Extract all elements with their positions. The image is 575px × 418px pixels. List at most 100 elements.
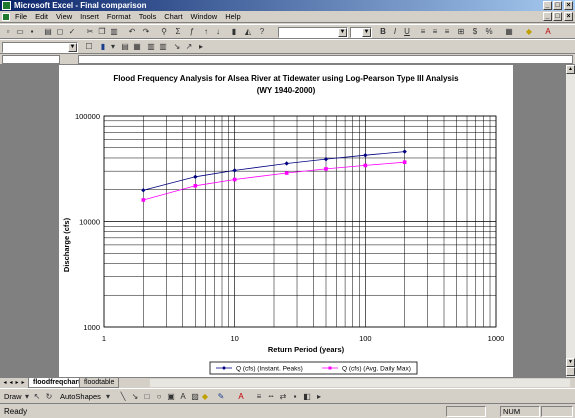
last-sheet-icon[interactable]: ▸: [20, 379, 26, 387]
formula-input[interactable]: [78, 55, 573, 64]
print-preview-icon[interactable]: ◻: [55, 27, 65, 37]
data-point[interactable]: [363, 153, 368, 158]
dash-style-icon[interactable]: ┅: [266, 392, 276, 402]
copy-icon[interactable]: ❐: [97, 27, 107, 37]
tab-floodtable[interactable]: floodtable: [79, 378, 120, 388]
by-row-icon[interactable]: ▥: [146, 42, 156, 52]
undo-icon[interactable]: ↶: [127, 27, 137, 37]
data-point[interactable]: [324, 167, 328, 171]
chevron-down-icon[interactable]: ▼: [338, 28, 347, 37]
menu-tools[interactable]: Tools: [138, 11, 158, 23]
legend[interactable]: Q (cfs) (Instant. Peaks) Q (cfs) (Avg. Da…: [209, 361, 418, 375]
currency-icon[interactable]: $: [470, 27, 480, 37]
data-point[interactable]: [363, 163, 368, 168]
print-icon[interactable]: ▤: [43, 27, 53, 37]
data-point[interactable]: [284, 161, 289, 166]
menu-help[interactable]: Help: [224, 11, 241, 23]
data-point[interactable]: [284, 171, 289, 175]
data-point[interactable]: [232, 168, 237, 173]
line-color-icon[interactable]: ✎: [216, 392, 226, 402]
data-table-icon[interactable]: ▦: [132, 42, 142, 52]
data-point[interactable]: [402, 149, 407, 154]
autoshapes-menu-button[interactable]: AutoShapes: [60, 392, 101, 401]
redo-icon[interactable]: ↷: [141, 27, 151, 37]
data-point[interactable]: [402, 160, 407, 164]
clip-art-icon[interactable]: ▨: [190, 392, 200, 402]
data-point[interactable]: [141, 188, 146, 193]
open-icon[interactable]: ▭: [15, 27, 25, 37]
doc-close-button[interactable]: ×: [564, 12, 573, 21]
menu-file[interactable]: File: [14, 11, 28, 23]
menu-edit[interactable]: Edit: [34, 11, 49, 23]
3d-icon[interactable]: ◧: [302, 392, 312, 402]
excel-app-icon[interactable]: [2, 1, 11, 10]
function-icon[interactable]: ƒ: [187, 27, 197, 37]
vertical-scrollbar[interactable]: ▲ ▼: [565, 65, 575, 377]
chart-element-select[interactable]: ▼: [2, 42, 78, 53]
save-icon[interactable]: ▪: [27, 27, 37, 37]
menu-window[interactable]: Window: [190, 11, 219, 23]
line-icon[interactable]: ╲: [118, 392, 128, 402]
chevron-down-icon[interactable]: ▼: [362, 28, 371, 37]
chevron-down-icon[interactable]: ▾: [103, 392, 113, 402]
menu-view[interactable]: View: [55, 11, 73, 23]
underline-icon[interactable]: U: [402, 27, 412, 37]
chevron-down-icon[interactable]: ▾: [22, 392, 32, 402]
scroll-down-icon[interactable]: ▼: [566, 358, 575, 367]
hyperlink-icon[interactable]: ⚲: [159, 27, 169, 37]
select-objects-icon[interactable]: ↖: [32, 392, 42, 402]
minimize-button[interactable]: _: [543, 1, 552, 10]
chart-type-icon[interactable]: ▮: [98, 42, 108, 52]
text-box-icon[interactable]: ▣: [166, 392, 176, 402]
menu-format[interactable]: Format: [106, 11, 132, 23]
free-rotate-icon[interactable]: ↻: [44, 392, 54, 402]
scroll-up-icon[interactable]: ▲: [566, 65, 575, 74]
tab-floodfreqchart[interactable]: floodfreqchart: [28, 378, 86, 388]
italic-icon[interactable]: I: [390, 27, 400, 37]
font-color-icon[interactable]: A: [543, 27, 553, 37]
paste-icon[interactable]: ▥: [109, 27, 119, 37]
drawing-icon[interactable]: ◭: [243, 27, 253, 37]
menu-insert[interactable]: Insert: [79, 11, 100, 23]
align-center-icon[interactable]: ≡: [430, 27, 440, 37]
horizontal-scrollbar[interactable]: [150, 379, 570, 387]
workbook-icon[interactable]: [2, 13, 10, 21]
autosum-icon[interactable]: Σ: [173, 27, 183, 37]
shadow-icon[interactable]: ▪: [290, 392, 300, 402]
fill-color-icon[interactable]: ◆: [200, 392, 210, 402]
fill-color-icon[interactable]: ◆: [524, 27, 534, 37]
arrow-icon[interactable]: ↘: [130, 392, 140, 402]
menu-chart[interactable]: Chart: [163, 11, 183, 23]
merge-center-icon[interactable]: ⊞: [456, 27, 466, 37]
angle-text-up-icon[interactable]: ↗: [184, 42, 194, 52]
data-point[interactable]: [141, 198, 146, 202]
flood-frequency-chart[interactable]: Flood Frequency Analysis for Alsea River…: [59, 65, 513, 377]
data-point[interactable]: [232, 177, 237, 182]
sort-descending-icon[interactable]: ↓: [213, 27, 223, 37]
toolbar-options-icon[interactable]: ▸: [314, 392, 324, 402]
toolbar-options-icon[interactable]: ▸: [196, 42, 206, 52]
angle-text-down-icon[interactable]: ↘: [172, 42, 182, 52]
help-icon[interactable]: ?: [257, 27, 267, 37]
align-right-icon[interactable]: ≡: [442, 27, 452, 37]
chevron-down-icon[interactable]: ▾: [108, 42, 118, 52]
legend-icon[interactable]: ▤: [120, 42, 130, 52]
draw-menu-button[interactable]: Draw: [4, 392, 22, 401]
sort-ascending-icon[interactable]: ↑: [201, 27, 211, 37]
data-point[interactable]: [193, 174, 198, 180]
format-selection-icon[interactable]: ☐: [84, 42, 94, 52]
bold-icon[interactable]: B: [378, 27, 388, 37]
wordart-icon[interactable]: A: [178, 392, 188, 402]
new-icon[interactable]: ▫: [3, 27, 13, 37]
close-button[interactable]: ×: [564, 1, 573, 10]
maximize-button[interactable]: □: [553, 1, 562, 10]
font-color-icon[interactable]: A: [236, 392, 246, 402]
chevron-down-icon[interactable]: ▼: [68, 43, 77, 52]
cut-icon[interactable]: ✂: [85, 27, 95, 37]
oval-icon[interactable]: ○: [154, 392, 164, 402]
chart-page[interactable]: Flood Frequency Analysis for Alsea River…: [59, 65, 513, 377]
doc-restore-button[interactable]: □: [553, 12, 562, 21]
line-style-icon[interactable]: ≡: [254, 392, 264, 402]
spelling-icon[interactable]: ✓: [67, 27, 77, 37]
chart-wizard-icon[interactable]: ▮: [229, 27, 239, 37]
